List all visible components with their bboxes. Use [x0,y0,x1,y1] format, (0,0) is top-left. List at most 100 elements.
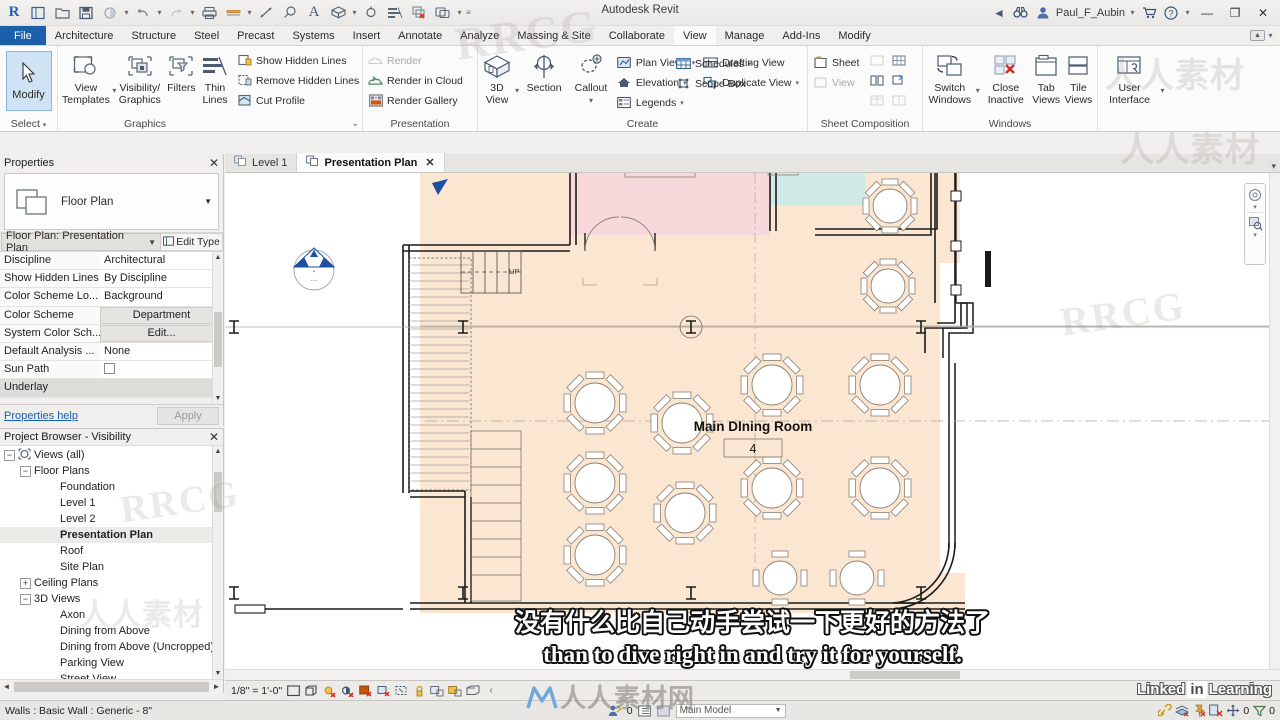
measure-icon[interactable] [222,2,244,24]
scope-box-item[interactable]: Scope Box [674,74,784,93]
scroll-thumb[interactable] [214,472,222,512]
filters-button[interactable]: Filters [163,50,200,95]
tag-icon[interactable] [279,2,301,24]
ribbon-tab-structure[interactable]: Structure [122,26,185,45]
aligned-dimension-icon[interactable] [255,2,277,24]
help-icon[interactable]: ? [1162,4,1180,22]
property-value[interactable]: Architectural [100,252,223,270]
temporary-hide-isolate-icon[interactable] [430,684,444,698]
tab-views-button[interactable]: Tab Views [1031,50,1062,106]
switch-windows-dropdown-caret[interactable]: ▾ [456,8,463,17]
tree-node-street-view[interactable]: Street View [0,671,223,679]
worksets-icon[interactable] [638,704,652,718]
project-browser-hscrollbar[interactable]: ◄ ► [0,679,223,693]
open-icon[interactable] [51,2,73,24]
sun-path-checkbox[interactable] [104,363,115,375]
ribbon-tab-file[interactable]: File [0,26,46,45]
filter-icon[interactable] [1252,704,1266,718]
property-group-underlay[interactable]: Underlay [0,379,223,398]
view-tabs-overflow[interactable]: ▾ [1271,161,1280,172]
select-by-face-icon[interactable] [1209,704,1223,718]
save-dropdown-caret[interactable]: ▾ [123,8,130,17]
close-inactive-button[interactable]: Close Inactive [982,50,1030,106]
render-gallery-item[interactable]: Render Gallery [366,91,474,110]
view-templates-button[interactable]: View Templates [61,50,111,106]
render-item[interactable]: Render [366,51,474,70]
user-name[interactable]: Paul_F_Aubin [1056,7,1125,19]
color-scheme-button[interactable]: Department [100,306,223,324]
save-as-cloud-icon[interactable] [99,2,121,24]
print-icon[interactable] [198,2,220,24]
cut-profile-item[interactable]: Cut Profile [235,91,359,110]
text-icon[interactable]: A [303,2,325,24]
show-crop-region-icon[interactable] [394,684,408,698]
collapse-search-icon[interactable]: ◄ [990,4,1008,22]
tile-views-button[interactable]: Tile Views [1063,50,1094,106]
view-reference-icon[interactable] [892,73,907,88]
visibility-graphics-button[interactable]: Visibility/ Graphics [118,50,162,106]
property-row-sun-path[interactable]: Sun Path [0,361,223,380]
property-value[interactable]: None [100,342,223,361]
switch-windows-button[interactable]: Switch Windows [926,50,974,106]
ribbon-tab-architecture[interactable]: Architecture [46,26,123,45]
scroll-down-arrow-icon[interactable]: ▼ [213,668,223,679]
user-interface-dropdown-caret[interactable]: ▾ [1159,86,1166,95]
property-row-show-hidden-lines[interactable]: Show Hidden Lines By Discipline [0,270,223,289]
view-navigation-panel[interactable]: ▾ ▾ [1244,183,1266,265]
tree-node-level-1[interactable]: Level 1 [0,495,223,511]
viewport-icon[interactable] [870,93,885,108]
expander-icon[interactable]: − [20,593,31,605]
property-row-system-color-scheme[interactable]: System Color Sch... Edit... [0,324,223,343]
schedules-item[interactable]: Schedules ▾ [674,54,784,73]
view-scale-label[interactable]: 1/8" = 1'-0" [231,685,282,697]
switch-windows-ribbon-caret[interactable]: ▾ [975,86,981,95]
callout-dropdown-caret[interactable]: ▾ [587,95,594,106]
thin-lines-icon[interactable] [384,2,406,24]
zoom-region-caret[interactable]: ▾ [1253,232,1257,239]
project-browser-vscrollbar[interactable]: ▲ ▼ [212,446,223,679]
tree-node-roof[interactable]: Roof [0,543,223,559]
section-icon[interactable] [360,2,382,24]
scroll-up-arrow-icon[interactable]: ▲ [213,252,223,263]
workset-selector[interactable]: Main Model ▼ [675,703,786,718]
redo-icon[interactable] [165,2,187,24]
titleblock-icon[interactable] [870,53,885,68]
revit-logo-icon[interactable]: R [3,2,25,24]
scroll-up-arrow-icon[interactable]: ▲ [213,446,223,457]
ribbon-tab-add-ins[interactable]: Add-Ins [773,26,829,45]
save-icon[interactable] [75,2,97,24]
ribbon-tab-manage[interactable]: Manage [716,26,774,45]
schedules-caret[interactable]: ▾ [748,60,752,68]
tree-node-ceiling-plans[interactable]: + Ceiling Plans [0,575,223,591]
restore-button[interactable]: ❐ [1223,2,1247,24]
new-sheet-item[interactable]: Sheet [811,53,867,72]
drawing-canvas[interactable]: UP ▪ ---- Main DIning Room 4 ▾ ▾ [225,173,1280,680]
scroll-left-arrow-icon[interactable]: ◄ [0,682,13,691]
canvas-vscrollbar[interactable] [1269,173,1280,680]
edit-type-button[interactable]: Edit Type [161,233,223,251]
properties-help-link[interactable]: Properties help [4,410,78,422]
analytical-model-icon[interactable] [466,684,480,698]
tree-node-views-all[interactable]: − Views (all) [0,447,223,463]
shopping-cart-icon[interactable] [1140,4,1158,22]
guide-grid-icon[interactable] [892,53,907,68]
minimize-button[interactable]: — [1195,2,1219,24]
ribbon-tab-view[interactable]: View [673,26,716,45]
ribbon-tab-steel[interactable]: Steel [185,26,228,45]
tree-node-site-plan[interactable]: Site Plan [0,559,223,575]
user-avatar-icon[interactable] [1034,4,1052,22]
view-templates-dropdown-caret[interactable]: ▾ [112,86,117,95]
property-row-discipline[interactable]: Discipline Architectural [0,252,223,271]
property-row-color-scheme[interactable]: Color Scheme Department [0,306,223,325]
scroll-thumb[interactable] [850,671,960,679]
property-row-default-analysis[interactable]: Default Analysis ... None [0,342,223,362]
type-selector-caret[interactable]: ▼ [204,197,212,206]
project-browser-close-icon[interactable]: ✕ [209,430,219,444]
select-underlay-icon[interactable] [1175,704,1190,718]
visual-style-icon[interactable] [304,684,318,698]
scroll-thumb[interactable] [214,312,222,367]
system-color-scheme-edit-button[interactable]: Edit... [100,324,223,342]
quick-access-toolbar[interactable]: R ▾ ▾ ▾ ▾ A ▾ ▾ ≡ [0,2,472,24]
search-binoculars-icon[interactable] [1012,4,1030,22]
legends-caret[interactable]: ▾ [680,99,684,107]
